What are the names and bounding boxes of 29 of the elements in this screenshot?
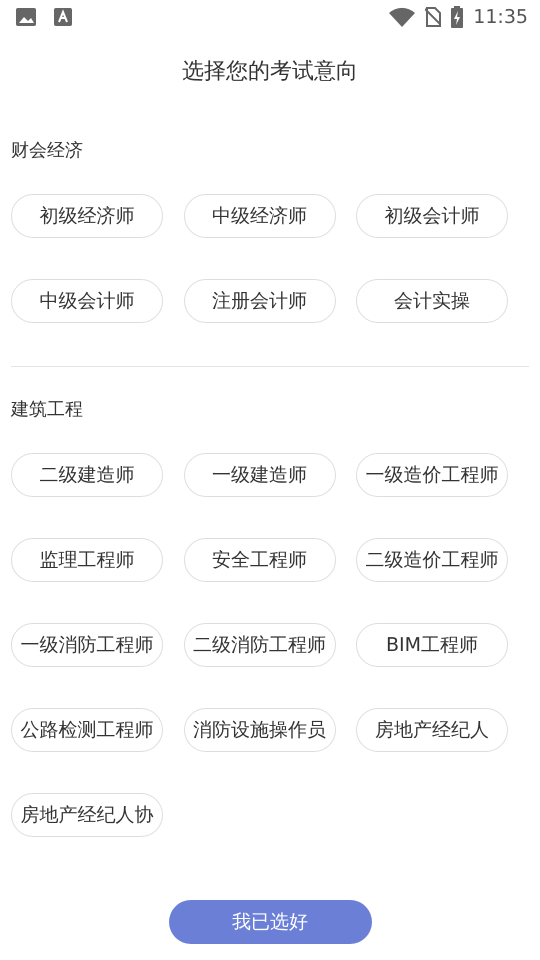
option-chip[interactable]: BIM工程师 (356, 623, 508, 667)
option-chip[interactable]: 中级经济师 (184, 194, 336, 238)
section-title: 财会经济 (10, 139, 84, 162)
option-chip[interactable]: 房地产经纪人 (356, 708, 508, 752)
status-time: 11:35 (473, 6, 528, 28)
option-chip[interactable]: 消防设施操作员 (184, 708, 336, 752)
option-chip[interactable]: 一级建造师 (184, 453, 336, 497)
option-chip[interactable]: 会计实操 (356, 279, 508, 323)
option-chip[interactable]: 一级造价工程师 (356, 453, 508, 497)
option-chip[interactable]: 二级消防工程师 (184, 623, 336, 667)
no-sim-icon (425, 7, 442, 27)
option-chip[interactable]: 公路检测工程师 (11, 708, 163, 752)
option-chip[interactable]: 中级会计师 (11, 279, 163, 323)
section-title: 建筑工程 (10, 398, 84, 421)
wifi-icon (389, 7, 416, 27)
option-chip[interactable]: 注册会计师 (184, 279, 336, 323)
option-chip[interactable]: 二级造价工程师 (356, 538, 508, 582)
page-title: 选择您的考试意向 (181, 58, 359, 86)
option-chip[interactable]: 安全工程师 (184, 538, 336, 582)
option-chip[interactable]: 房地产经纪人协 (11, 793, 163, 837)
option-chip[interactable]: 初级经济师 (11, 194, 163, 238)
option-chip[interactable]: 监理工程师 (11, 538, 163, 582)
image-icon (16, 8, 36, 26)
option-chip[interactable]: 初级会计师 (356, 194, 508, 238)
option-chip[interactable]: 二级建造师 (11, 453, 163, 497)
font-icon (54, 8, 72, 26)
option-chip[interactable]: 一级消防工程师 (11, 623, 163, 667)
battery-charging-icon (451, 6, 464, 28)
confirm-button[interactable]: 我已选好 (168, 900, 372, 944)
